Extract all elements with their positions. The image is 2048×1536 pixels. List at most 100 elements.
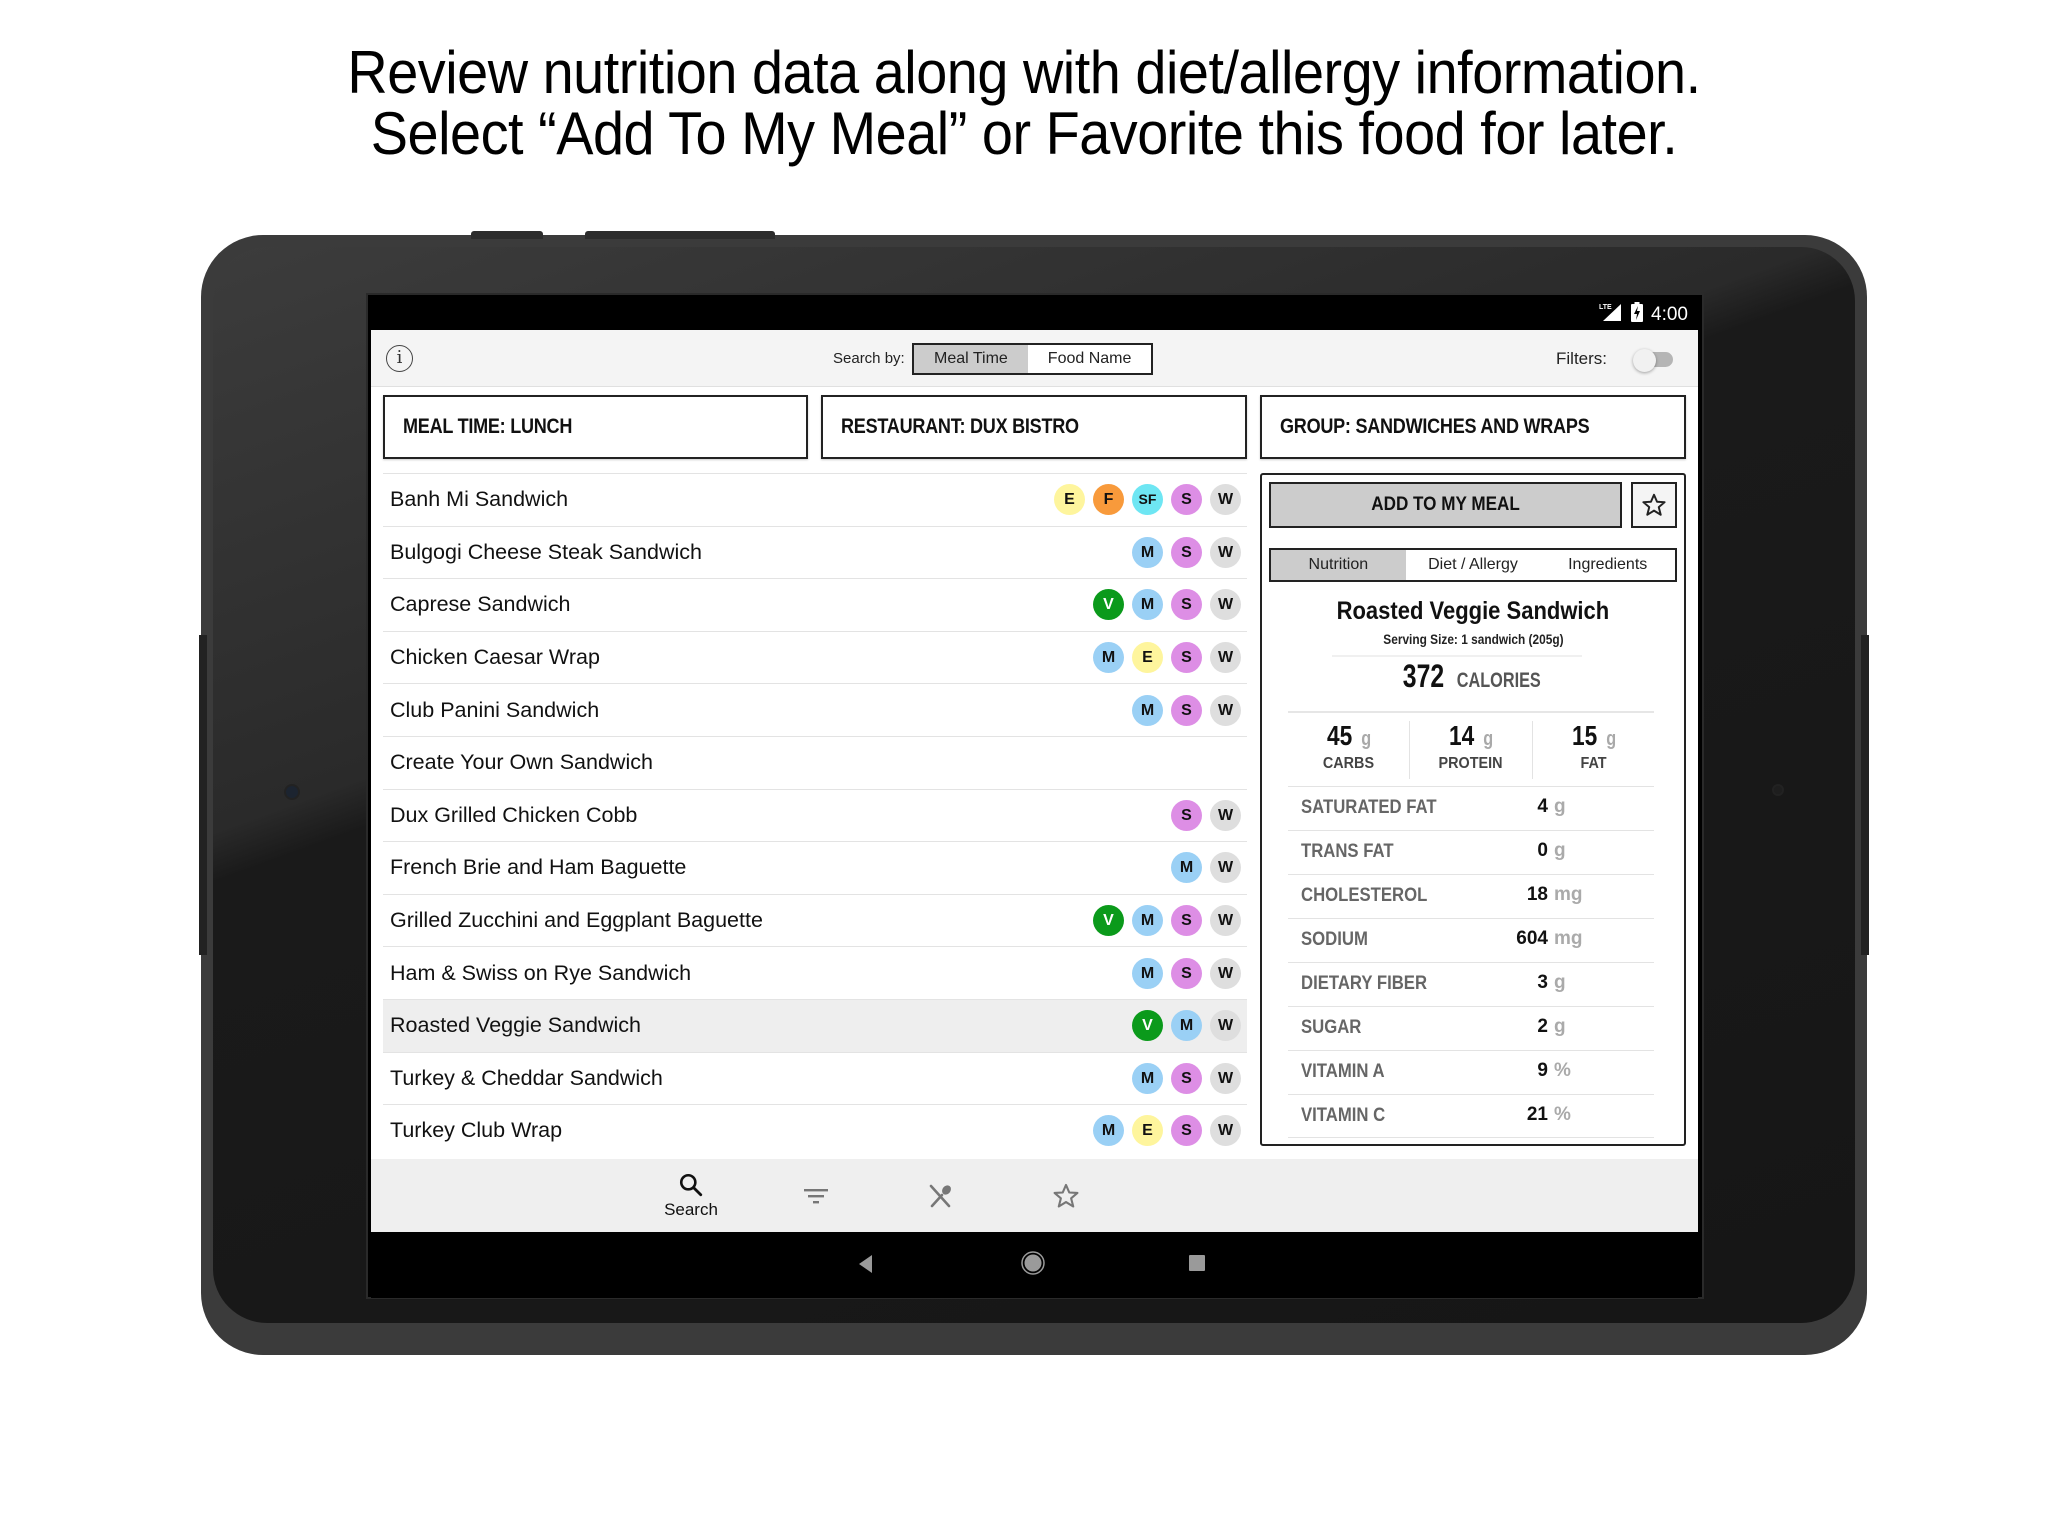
calories: 372 CALORIES: [1262, 658, 1684, 695]
tab-ingredients[interactable]: Ingredients: [1540, 550, 1675, 580]
nutrient-name: DIETARY FIBER: [1301, 973, 1428, 994]
diet-badge-s: S: [1171, 694, 1202, 726]
food-list-item[interactable]: French Brie and Ham Baguette M W: [383, 841, 1247, 894]
search-by-food-name[interactable]: Food Name: [1027, 345, 1152, 373]
diet-badge-w: W: [1210, 1062, 1241, 1094]
top-bar: i Search by: Meal Time Food Name Filters…: [371, 330, 1698, 387]
tab-diet-allergy[interactable]: Diet / Allergy: [1406, 550, 1541, 580]
divider: [1332, 655, 1582, 657]
diet-badges: MESW: [1093, 1105, 1241, 1157]
diet-badges: MSW: [1132, 947, 1241, 999]
front-camera: [284, 784, 300, 800]
food-list-item[interactable]: Bulgogi Cheese Steak Sandwich M S W: [383, 525, 1247, 579]
filters-toggle[interactable]: [1633, 349, 1673, 372]
diet-badge-m: M: [1132, 536, 1163, 568]
food-name: Turkey Club Wrap: [390, 1118, 563, 1143]
diet-badges: SW: [1171, 790, 1241, 842]
nutrient-name: SODIUM: [1301, 929, 1368, 950]
food-name: Turkey & Cheddar Sandwich: [390, 1065, 663, 1090]
food-list-item[interactable]: Turkey & Cheddar Sandwich M S W: [383, 1051, 1247, 1105]
nutrient-unit: g: [1554, 796, 1566, 817]
group-selector[interactable]: GROUP: SANDWICHES AND WRAPS: [1260, 395, 1686, 459]
nutrient-name: CHOLESTEROL: [1301, 885, 1428, 906]
search-by-meal-time[interactable]: Meal Time: [914, 345, 1028, 373]
status-bar: LTE 4:00: [371, 295, 1698, 330]
diet-badge-w: W: [1210, 536, 1241, 568]
food-name: Dux Grilled Chicken Cobb: [390, 802, 638, 827]
food-name: Ham & Swiss on Rye Sandwich: [390, 960, 692, 985]
food-list-item[interactable]: Club Panini Sandwich M S W: [383, 683, 1247, 736]
protein-value: 14: [1449, 720, 1475, 751]
diet-badge-w: W: [1210, 905, 1241, 937]
food-list-item[interactable]: Chicken Caesar Wrap M E S W: [383, 630, 1247, 684]
restaurant-selector[interactable]: RESTAURANT: DUX BISTRO: [821, 395, 1247, 459]
diet-badge-s: S: [1171, 1115, 1202, 1147]
diet-badges: MSW: [1132, 527, 1241, 579]
side-edge-left: [199, 635, 207, 955]
nav-favorites[interactable]: [1016, 1159, 1116, 1232]
diet-badge-w: W: [1210, 799, 1241, 831]
diet-badges: MSW: [1132, 684, 1241, 736]
nutrient-row: CHOLESTEROL 18 mg: [1288, 874, 1654, 918]
food-list-item[interactable]: Roasted Veggie Sandwich V M W: [383, 998, 1247, 1052]
food-name: Create Your Own Sandwich: [390, 750, 653, 775]
diet-badge-e: E: [1132, 1115, 1163, 1147]
protein-label: PROTEIN: [1438, 755, 1503, 772]
food-list-item[interactable]: Caprese Sandwich V M S W: [383, 578, 1247, 631]
nutrient-row: VITAMIN A 9%: [1288, 1050, 1654, 1094]
diet-badges: E F SF S W: [1054, 474, 1241, 526]
nutrient-row: SODIUM 604 mg: [1288, 918, 1654, 962]
carbs-unit: g: [1361, 728, 1372, 750]
diet-badge-m: M: [1093, 1115, 1124, 1147]
food-name: Bulgogi Cheese Steak Sandwich: [390, 539, 702, 564]
nutrient-unit: %: [1554, 1060, 1571, 1081]
star-outline-icon: [1642, 493, 1666, 516]
nutrient-value: 9: [1537, 1060, 1548, 1081]
carbs-label: CARBS: [1323, 755, 1375, 772]
fat-label: FAT: [1580, 755, 1607, 772]
power-button: [471, 231, 543, 239]
add-to-my-meal-button[interactable]: ADD TO MY MEAL: [1269, 482, 1622, 528]
diet-badge-m: M: [1132, 905, 1163, 937]
volume-button: [585, 231, 775, 239]
meal-time-label: MEAL TIME: LUNCH: [403, 415, 573, 438]
food-list-item[interactable]: Ham & Swiss on Rye Sandwich M S W: [383, 946, 1247, 999]
food-list-item[interactable]: Banh Mi Sandwich E F SF S W: [383, 473, 1247, 526]
food-name: Roasted Veggie Sandwich: [390, 1013, 642, 1038]
fat-unit: g: [1605, 728, 1616, 750]
diet-badge-v: V: [1132, 1010, 1163, 1042]
diet-badge-s: S: [1171, 1062, 1202, 1094]
nav-search[interactable]: Search: [641, 1159, 741, 1232]
diet-badge-w: W: [1210, 694, 1241, 726]
home-icon[interactable]: [1020, 1250, 1046, 1276]
meal-time-selector[interactable]: MEAL TIME: LUNCH: [383, 395, 808, 459]
diet-badges: MSW: [1132, 1053, 1241, 1105]
back-icon[interactable]: [856, 1252, 876, 1276]
diet-badge-w: W: [1210, 1010, 1241, 1042]
diet-badge-s: S: [1171, 799, 1202, 831]
nutrient-unit: g: [1554, 972, 1566, 993]
food-list-item[interactable]: Grilled Zucchini and Eggplant Baguette V M…: [383, 893, 1247, 947]
food-list-item[interactable]: Turkey Club Wrap M E S W: [383, 1104, 1247, 1157]
nav-filters[interactable]: [766, 1159, 866, 1232]
food-list-item[interactable]: Dux Grilled Chicken Cobb S W: [383, 788, 1247, 842]
favorite-button[interactable]: [1631, 482, 1677, 528]
macro-protein: 14 g PROTEIN: [1409, 721, 1531, 779]
diet-badge-m: M: [1132, 589, 1163, 621]
tab-nutrition[interactable]: Nutrition: [1271, 550, 1406, 580]
recents-icon[interactable]: [1188, 1254, 1206, 1272]
nutrient-name: TRANS FAT: [1301, 841, 1394, 862]
nutrient-unit: g: [1554, 840, 1566, 861]
food-name: Grilled Zucchini and Eggplant Baguette: [390, 908, 763, 933]
food-list-item[interactable]: Create Your Own Sandwich: [383, 735, 1247, 789]
calories-value: 372: [1402, 658, 1444, 694]
search-icon: [679, 1173, 703, 1196]
nav-my-meal[interactable]: [891, 1159, 991, 1232]
diet-badge-w: W: [1210, 852, 1241, 884]
diet-badge-m: M: [1132, 694, 1163, 726]
diet-badge-m: M: [1132, 1062, 1163, 1094]
nutrient-unit: mg: [1554, 928, 1583, 949]
food-name: Chicken Caesar Wrap: [390, 645, 600, 670]
nutrient-name: VITAMIN A: [1301, 1061, 1385, 1082]
info-icon[interactable]: i: [386, 345, 413, 372]
